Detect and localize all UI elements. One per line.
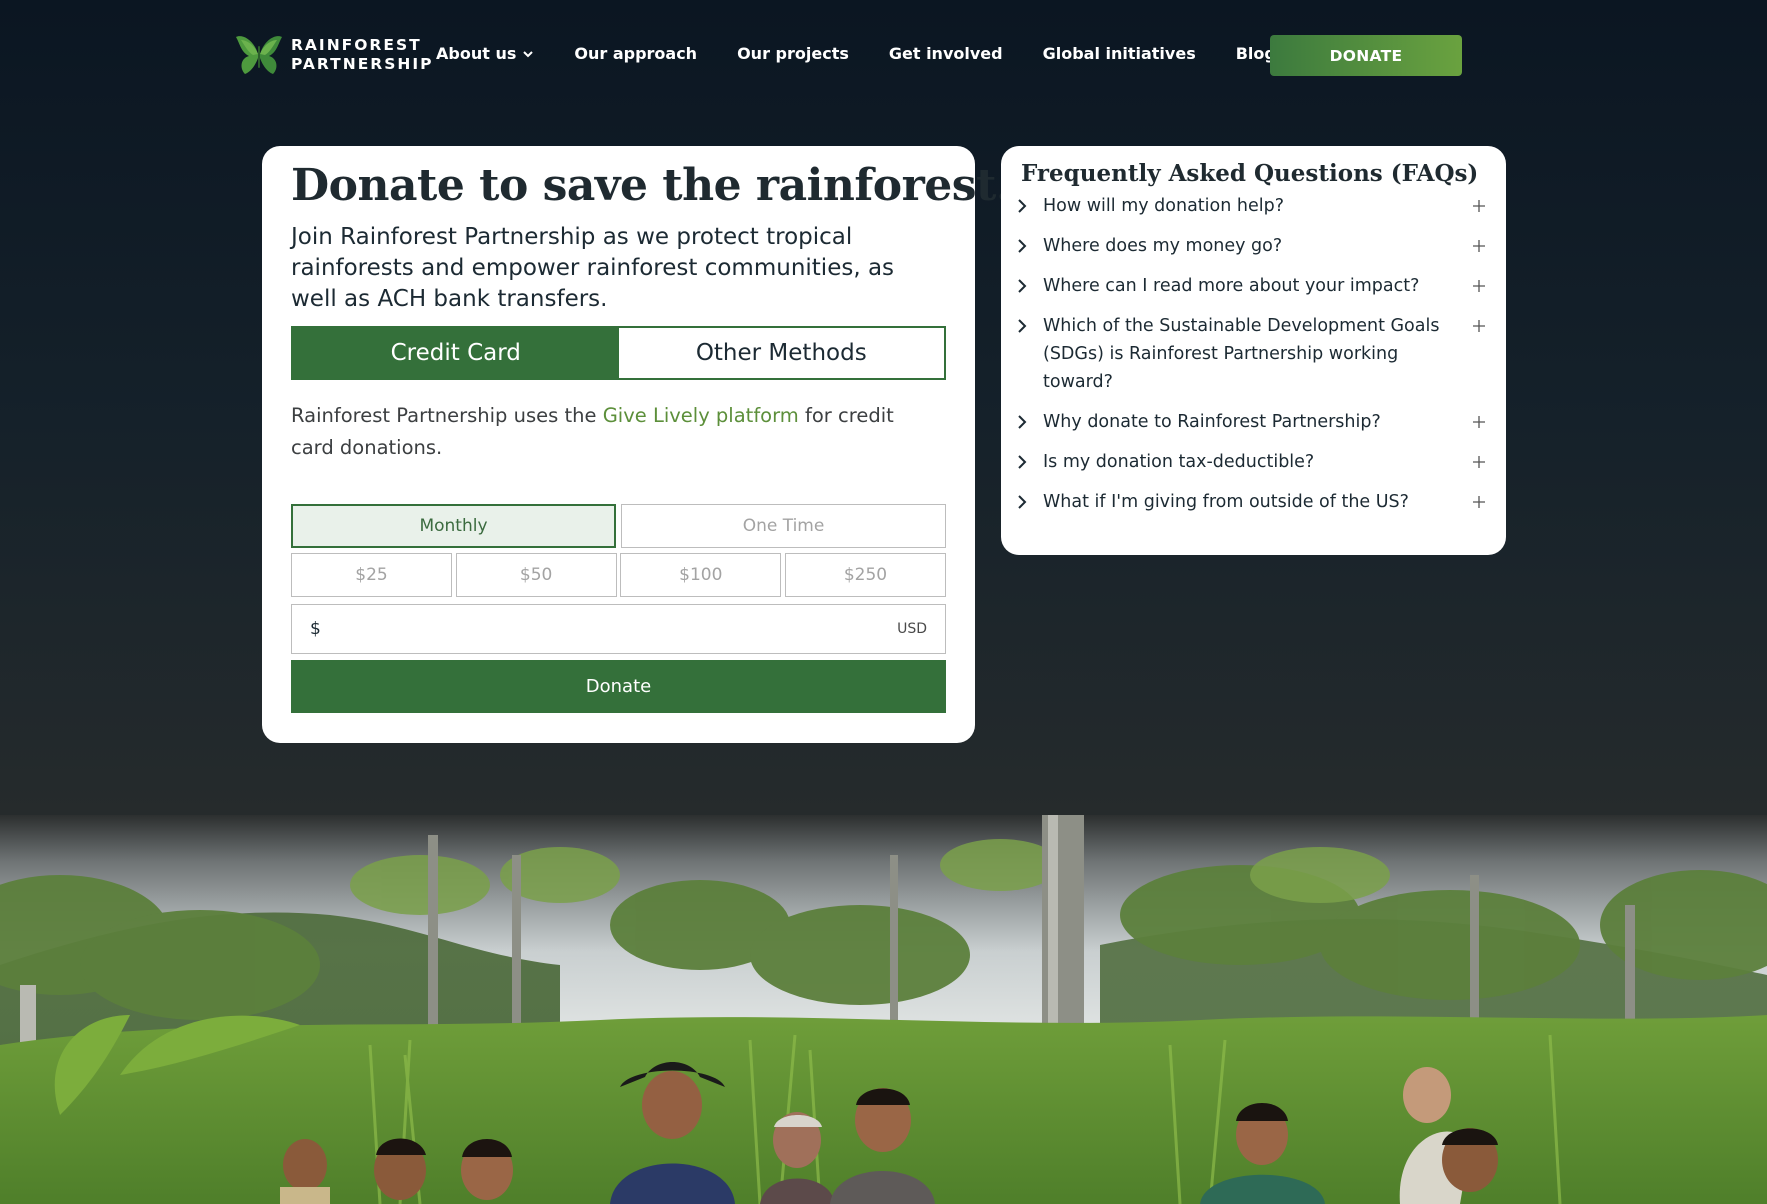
faq-item[interactable]: Why donate to Rainforest Partnership? [1017, 408, 1487, 436]
frequency-monthly-button[interactable]: Monthly [291, 504, 616, 548]
donation-subtitle: Join Rainforest Partnership as we protec… [291, 224, 895, 312]
custom-amount-input[interactable] [330, 619, 888, 639]
donation-title: Donate to save the rainforest. [291, 160, 1011, 211]
payment-method-tabs: Credit Card Other Methods [291, 326, 946, 380]
platform-note: Rainforest Partnership uses the Give Liv… [291, 400, 931, 464]
nav-item-get-involved[interactable]: Get involved [889, 44, 1003, 63]
faq-item[interactable]: Which of the Sustainable Development Goa… [1017, 312, 1487, 396]
amount-25-button[interactable]: $25 [291, 553, 452, 597]
nav-item-our-projects[interactable]: Our projects [737, 44, 849, 63]
preset-amounts: $25 $50 $100 $250 [291, 553, 946, 597]
currency-symbol: $ [310, 619, 321, 639]
plus-icon [1471, 192, 1487, 220]
tab-credit-card[interactable]: Credit Card [293, 328, 619, 378]
butterfly-logo-icon [236, 36, 282, 74]
chevron-right-icon [1017, 408, 1037, 436]
faq-item[interactable]: What if I'm giving from outside of the U… [1017, 488, 1487, 516]
community-photo [0, 815, 1767, 1204]
amount-250-button[interactable]: $250 [784, 553, 946, 597]
faq-item[interactable]: Where can I read more about your impact? [1017, 272, 1487, 300]
faq-title: Frequently Asked Questions (FAQs) [1021, 160, 1479, 187]
faq-question: Where does my money go? [1043, 236, 1283, 256]
nav-item-global-initiatives[interactable]: Global initiatives [1043, 44, 1196, 63]
main-nav: About us Our approach Our projects Get i… [436, 44, 1316, 63]
nav-item-about-us[interactable]: About us [436, 44, 534, 63]
logo-line-2: PARTNERSHIP [291, 55, 434, 73]
chevron-right-icon [1017, 232, 1037, 260]
chevron-right-icon [1017, 448, 1037, 476]
nav-item-label: About us [436, 44, 517, 63]
faq-item[interactable]: Where does my money go? [1017, 232, 1487, 260]
give-lively-link[interactable]: Give Lively platform [603, 404, 799, 427]
faq-question: Why donate to Rainforest Partnership? [1043, 412, 1381, 432]
plus-icon [1471, 408, 1487, 436]
platform-note-prefix: Rainforest Partnership uses the [291, 404, 603, 427]
chevron-right-icon [1017, 192, 1037, 220]
faq-item[interactable]: How will my donation help? [1017, 192, 1487, 220]
logo-line-1: RAINFOREST [291, 36, 422, 54]
nav-item-label: Global initiatives [1042, 44, 1196, 63]
plus-icon [1471, 448, 1487, 476]
nav-item-label: Get involved [888, 44, 1003, 63]
chevron-right-icon [1017, 488, 1037, 516]
tab-other-methods[interactable]: Other Methods [618, 328, 944, 378]
plus-icon [1471, 272, 1487, 300]
nav-item-label: Our approach [574, 44, 698, 63]
faq-question: Where can I read more about your impact? [1043, 276, 1420, 296]
plus-icon [1471, 488, 1487, 516]
plus-icon [1471, 312, 1487, 340]
donate-submit-button[interactable]: Donate [291, 660, 946, 713]
site-logo[interactable]: RAINFOREST PARTNERSHIP [235, 34, 434, 76]
faq-question: How will my donation help? [1043, 196, 1285, 216]
currency-code: USD [897, 621, 927, 637]
chevron-down-icon [523, 50, 534, 57]
frequency-one-time-button[interactable]: One Time [621, 504, 946, 548]
site-header: RAINFOREST PARTNERSHIP About us Our appr… [0, 0, 1767, 110]
amount-100-button[interactable]: $100 [620, 553, 782, 597]
faq-question: Is my donation tax-deductible? [1043, 452, 1315, 472]
faq-card: Frequently Asked Questions (FAQs) How wi… [1001, 146, 1506, 555]
nav-item-label: Our projects [737, 44, 849, 63]
custom-amount-field[interactable]: $ USD [291, 604, 946, 654]
donation-card: Donate to save the rainforest. Join Rain… [262, 146, 1011, 743]
chevron-right-icon [1017, 272, 1037, 300]
logo-wordmark: RAINFOREST PARTNERSHIP [291, 36, 434, 74]
faq-question: What if I'm giving from outside of the U… [1043, 492, 1409, 512]
faq-list: How will my donation help? Where does my… [1017, 192, 1487, 528]
faq-question: Which of the Sustainable Development Goa… [1043, 316, 1440, 392]
amount-50-button[interactable]: $50 [455, 553, 617, 597]
faq-item[interactable]: Is my donation tax-deductible? [1017, 448, 1487, 476]
plus-icon [1471, 232, 1487, 260]
chevron-right-icon [1017, 312, 1037, 340]
frequency-selector: Monthly One Time [291, 504, 946, 548]
nav-item-our-approach[interactable]: Our approach [574, 44, 697, 63]
header-donate-button[interactable]: DONATE [1270, 35, 1462, 76]
